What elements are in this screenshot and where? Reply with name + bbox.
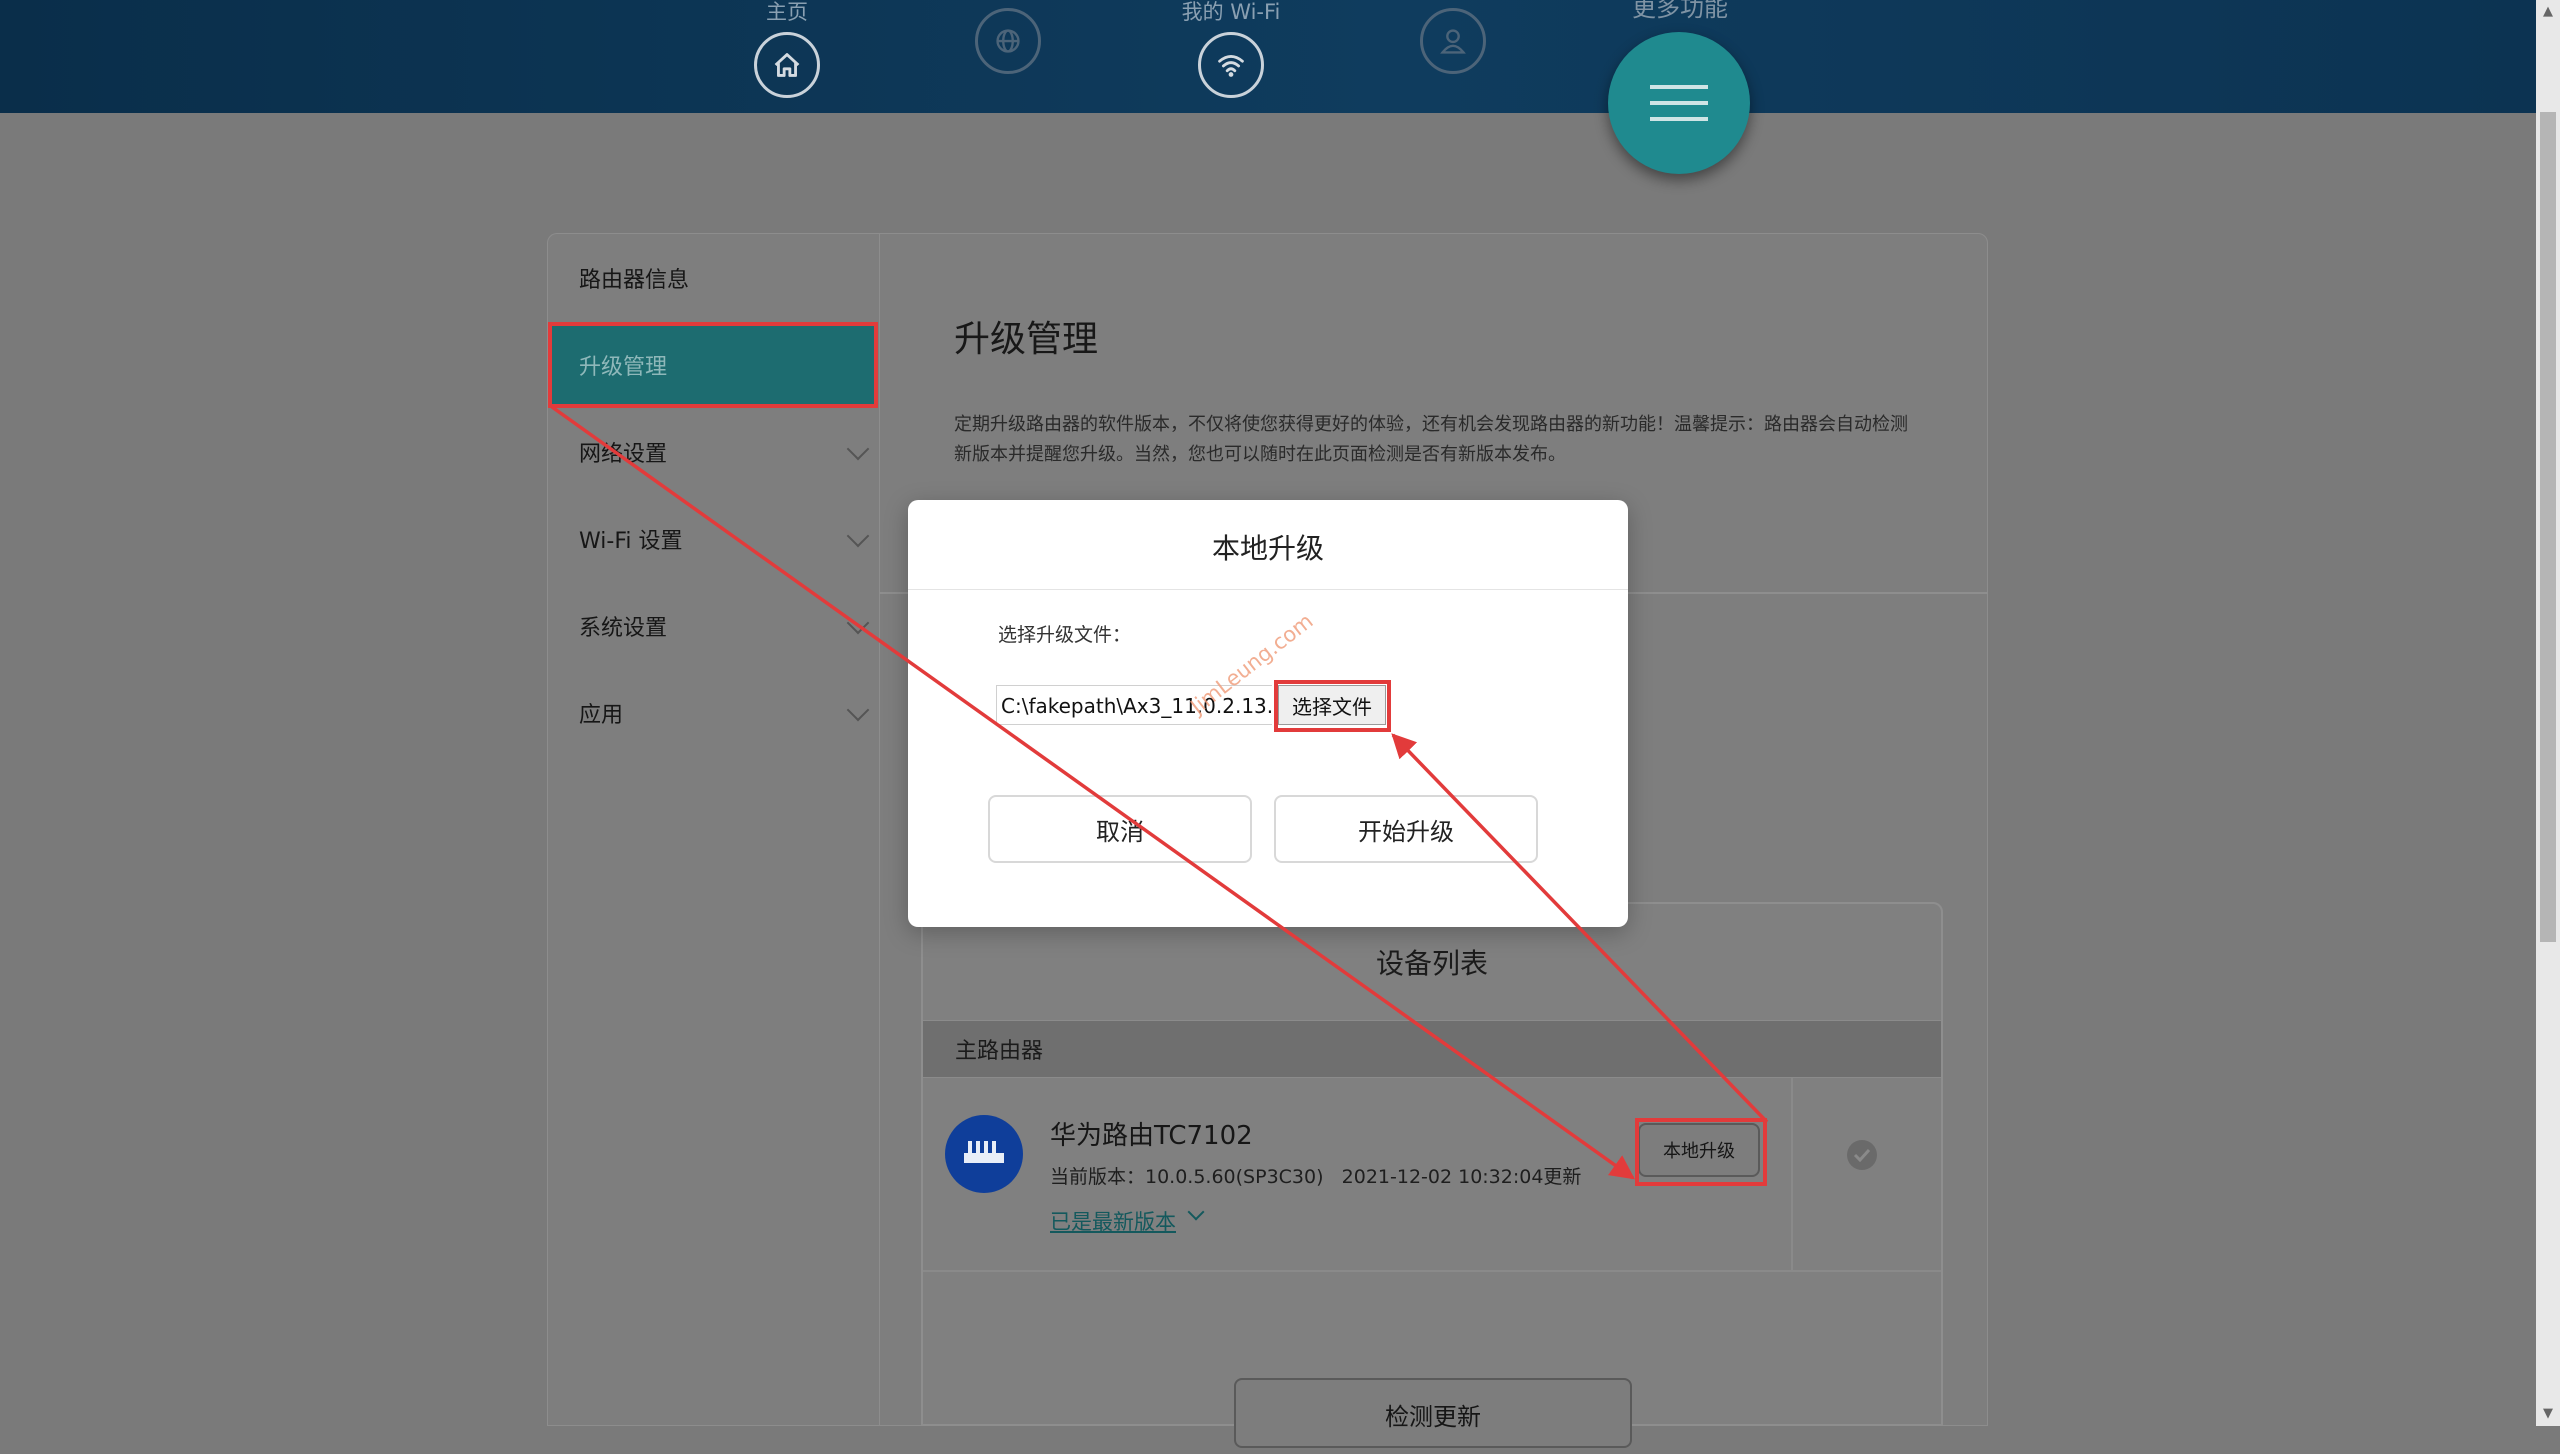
page-description: 定期升级路由器的软件版本，不仅将使您获得更好的体验，还有机会发现路由器的新功能！… — [954, 414, 1908, 465]
sidebar-item-label: Wi-Fi 设置 — [579, 529, 683, 554]
sidebar-item-wifi-settings[interactable]: Wi-Fi 设置 — [548, 497, 878, 581]
nav-my-wifi-label: 我的 Wi-Fi — [1181, 0, 1281, 24]
sidebar-item-router-info[interactable]: 路由器信息 — [548, 236, 878, 320]
check-icon — [1847, 1140, 1877, 1170]
cancel-button[interactable]: 取消 — [988, 795, 1252, 863]
device-row-divider — [923, 1270, 1941, 1272]
annotation-highlight-box — [1274, 680, 1391, 732]
check-update-button[interactable]: 检测更新 — [1234, 1378, 1632, 1448]
nav-home[interactable]: 主页 — [707, 0, 867, 98]
sidebar-item-label: 网络设置 — [579, 442, 668, 467]
chevron-down-icon — [846, 611, 870, 635]
device-list-title: 设备列表 — [1375, 947, 1488, 980]
scroll-up-arrow-icon[interactable]: ▲ — [2536, 0, 2560, 24]
nav-user[interactable] — [1373, 0, 1533, 74]
router-version-info: 当前版本：10.0.5.60(SP3C30) 2021-12-02 10:32:… — [1050, 1166, 1582, 1188]
chevron-down-icon — [846, 437, 870, 461]
start-upgrade-button[interactable]: 开始升级 — [1274, 795, 1538, 863]
page-title: 升级管理 — [954, 319, 1099, 360]
device-row-separator — [1791, 1078, 1793, 1271]
user-icon[interactable] — [1420, 8, 1486, 74]
wifi-icon[interactable] — [1198, 32, 1264, 98]
router-update-status-link[interactable]: 已是最新版本 — [1050, 1206, 1176, 1236]
sidebar-item-label: 系统设置 — [579, 616, 668, 641]
sidebar-item-applications[interactable]: 应用 — [548, 671, 878, 755]
menu-icon — [1650, 85, 1708, 121]
scrollbar-thumb[interactable] — [2540, 112, 2556, 942]
globe-icon[interactable] — [975, 8, 1041, 74]
main-router-section-header: 主路由器 — [923, 1020, 1941, 1078]
annotation-highlight-box — [548, 322, 878, 408]
nav-home-label: 主页 — [766, 0, 808, 24]
settings-sidebar: 路由器信息 升级管理 网络设置 Wi-Fi 设置 系统设置 应用 — [547, 233, 879, 1426]
dialog-title: 本地升级 — [1211, 532, 1324, 565]
sidebar-item-network-settings[interactable]: 网络设置 — [548, 410, 878, 494]
annotation-highlight-box — [1635, 1118, 1767, 1186]
dialog-divider — [908, 589, 1628, 590]
router-name: 华为路由TC7102 — [1050, 1121, 1253, 1151]
more-functions-button[interactable] — [1608, 32, 1750, 174]
select-file-label: 选择升级文件： — [998, 624, 1132, 646]
nav-internet[interactable] — [928, 0, 1088, 74]
sidebar-item-label: 应用 — [579, 703, 624, 728]
top-navigation-bar: 主页 我的 Wi-Fi — [0, 0, 2536, 113]
chevron-down-icon — [846, 524, 870, 548]
router-icon — [945, 1115, 1023, 1193]
sidebar-item-system-settings[interactable]: 系统设置 — [548, 584, 878, 668]
more-functions-label: 更多功能 — [1632, 0, 1728, 22]
chevron-down-icon — [846, 698, 870, 722]
scroll-down-arrow-icon[interactable]: ▼ — [2536, 1402, 2560, 1426]
nav-my-wifi[interactable]: 我的 Wi-Fi — [1151, 0, 1311, 98]
sidebar-item-label: 路由器信息 — [579, 268, 690, 293]
home-icon[interactable] — [754, 32, 820, 98]
